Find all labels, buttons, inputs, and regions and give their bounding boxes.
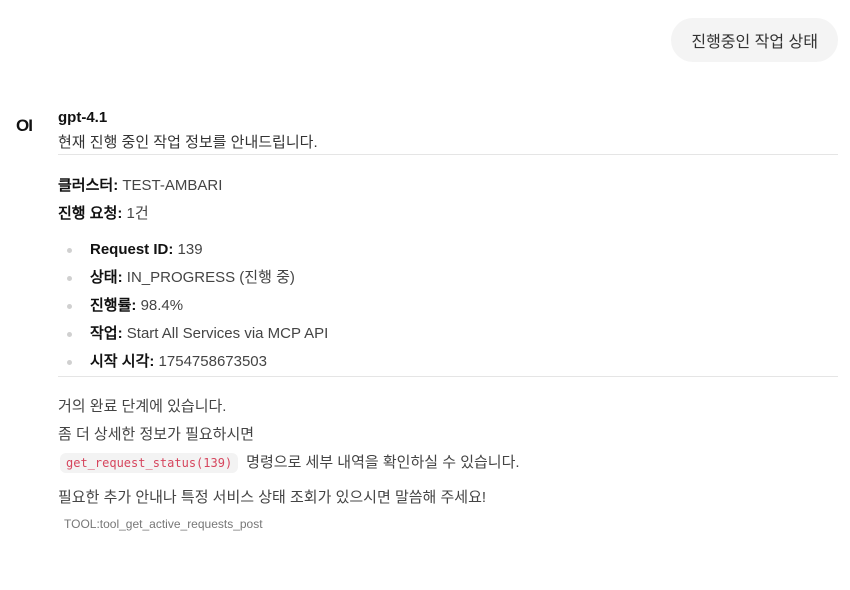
- requests-label: 진행 요청:: [58, 205, 123, 222]
- cluster-value: TEST-AMBARI: [122, 177, 223, 194]
- detail-item-start-time: 시작 시각: 1754758673503: [58, 348, 838, 376]
- detail-value: 139: [177, 241, 203, 258]
- requests-value: 1건: [126, 205, 149, 222]
- inline-code-snippet: get_request_status(139): [60, 453, 239, 473]
- detail-value: IN_PROGRESS (진행 중): [126, 269, 295, 286]
- detail-label: 진행률:: [90, 297, 137, 314]
- user-message-bubble: 진행중인 작업 상태: [671, 18, 838, 62]
- detail-item-progress: 진행률: 98.4%: [58, 292, 838, 320]
- detail-label: 시작 시각:: [90, 353, 155, 370]
- divider: [58, 376, 838, 377]
- detail-item-status: 상태: IN_PROGRESS (진행 중): [58, 264, 838, 292]
- intro-text: 현재 진행 중인 작업 정보를 안내드립니다.: [58, 134, 318, 151]
- closing-line-1: 거의 완료 단계에 있습니다.: [58, 398, 227, 415]
- assistant-avatar: OI: [16, 116, 33, 135]
- cluster-line: 클러스터: TEST-AMBARI: [58, 172, 838, 200]
- user-message-text: 진행중인 작업 상태: [691, 34, 818, 51]
- detail-label: 작업:: [90, 325, 123, 342]
- detail-label: 상태:: [90, 269, 123, 286]
- detail-value: 1754758673503: [158, 353, 267, 370]
- model-name: gpt-4.1: [58, 109, 108, 126]
- detail-value: Start All Services via MCP API: [126, 325, 329, 342]
- closing-line-3: get_request_status(139) 명령으로 세부 내역을 확인하실…: [58, 449, 838, 477]
- summary-block: 클러스터: TEST-AMBARI 진행 요청: 1건: [58, 172, 838, 228]
- divider: [58, 154, 838, 155]
- detail-item-request-id: Request ID: 139: [58, 236, 838, 264]
- closing-line-3-suffix: 명령으로 세부 내역을 확인하실 수 있습니다.: [246, 454, 520, 471]
- request-details-list: Request ID: 139 상태: IN_PROGRESS (진행 중) 진…: [58, 236, 838, 376]
- requests-line: 진행 요청: 1건: [58, 200, 838, 228]
- detail-label: Request ID:: [90, 241, 174, 258]
- detail-value: 98.4%: [140, 297, 184, 314]
- cluster-label: 클러스터:: [58, 177, 119, 194]
- final-line: 필요한 추가 안내나 특정 서비스 상태 조회가 있으시면 말씀해 주세요!: [58, 489, 487, 506]
- closing-block: 거의 완료 단계에 있습니다. 좀 더 상세한 정보가 필요하시면 get_re…: [58, 393, 838, 477]
- closing-line-2: 좀 더 상세한 정보가 필요하시면: [58, 426, 255, 443]
- detail-item-task: 작업: Start All Services via MCP API: [58, 320, 838, 348]
- tool-label: TOOL:tool_get_active_requests_post: [64, 517, 263, 531]
- assistant-message: gpt-4.1 현재 진행 중인 작업 정보를 안내드립니다. 클러스터: TE…: [58, 108, 838, 531]
